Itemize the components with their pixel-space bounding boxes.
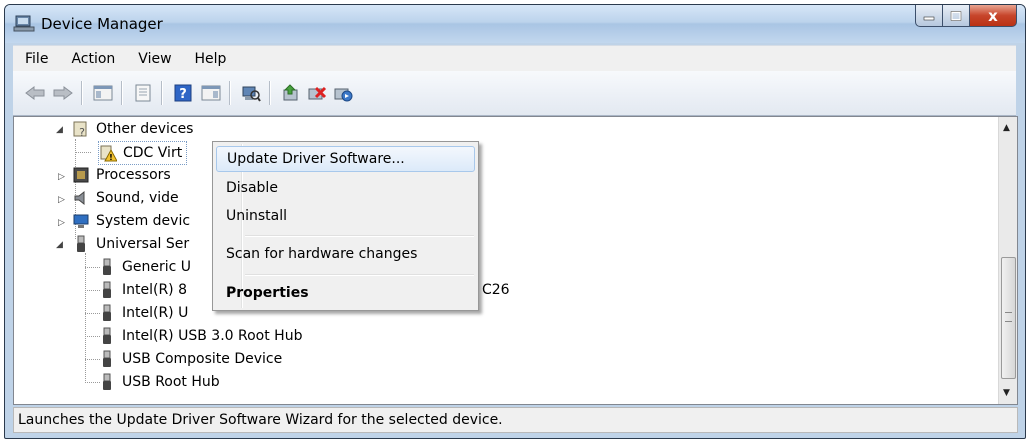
usb-plug-icon [98,281,116,299]
menu-item-scan-hardware[interactable]: Scan for hardware changes [216,241,473,267]
tree-item-intel-8-series-usb[interactable]: Intel(R) 8 [98,279,187,301]
context-menu: Update Driver Software... Disable Uninst… [212,141,479,311]
toolbar-separator [121,81,123,105]
tree-connector [75,152,91,153]
device-manager-window: Device Manager x File Action View Help ?… [4,4,1026,439]
scroll-down-icon[interactable]: ▼ [1003,388,1010,398]
tree-item-usb-composite-device[interactable]: USB Composite Device [98,348,282,370]
action-pane-icon[interactable] [199,81,223,105]
menu-item-properties[interactable]: Properties [216,280,473,306]
toolbar-separator [269,81,271,105]
svg-text:!: ! [109,153,113,162]
maximize-button[interactable] [943,5,970,27]
properties-icon[interactable] [131,81,155,105]
tree-item-sound[interactable]: Sound, vide [72,187,179,209]
usb-plug-icon [98,350,116,368]
enable-device-icon[interactable] [331,81,355,105]
expand-arrow-icon[interactable]: ▷ [58,172,65,182]
help-icon[interactable]: ? [171,81,195,105]
processor-icon [72,166,90,184]
collapse-arrow-icon[interactable]: ◢ [56,125,63,135]
menu-view[interactable]: View [126,51,182,67]
device-manager-app-icon [13,15,35,33]
menu-item-disable[interactable]: Disable [216,175,473,201]
computer-icon [72,212,90,230]
back-icon[interactable] [23,81,47,105]
usb-plug-icon [98,373,116,391]
show-hide-console-tree-icon[interactable] [91,81,115,105]
tree-item-system-devices[interactable]: System devic [72,210,190,232]
tree-item-processors[interactable]: Processors [72,164,171,186]
status-bar: Launches the Update Driver Software Wiza… [13,407,1018,433]
usb-icon [72,235,90,253]
menu-item-uninstall[interactable]: Uninstall [216,203,473,229]
scrollbar-thumb[interactable] [1001,257,1016,379]
usb-plug-icon [98,258,116,276]
update-driver-icon[interactable] [279,81,303,105]
menu-help[interactable]: Help [183,51,238,67]
tree-item-usb-root-hub[interactable]: USB Root Hub [98,371,220,393]
menu-file[interactable]: File [13,51,59,67]
title-bar[interactable]: Device Manager x [5,5,1025,43]
tree-item-intel-usb-host-controller[interactable]: Intel(R) U [98,302,188,324]
svg-text:?: ? [79,126,85,138]
grip-icon [1005,312,1012,322]
uninstall-icon[interactable] [305,81,329,105]
minimize-button[interactable] [915,5,943,27]
toolbar-separator [161,81,163,105]
usb-plug-icon [98,304,116,322]
tree-item-other-devices[interactable]: ? Other devices [72,118,193,140]
close-icon: x [988,6,998,25]
unknown-device-folder-icon: ? [72,120,90,138]
menu-item-update-driver[interactable]: Update Driver Software... [216,146,475,172]
vertical-scrollbar[interactable]: ▲ ▼ [998,117,1017,404]
tree-item-generic-usb[interactable]: Generic U [98,256,191,278]
forward-icon[interactable] [51,81,75,105]
menu-separator [245,235,474,237]
status-text: Launches the Update Driver Software Wiza… [18,412,503,428]
menu-bar: File Action View Help [13,45,1016,72]
tree-item-usb-controllers[interactable]: Universal Ser [72,233,189,255]
device-tree-pane[interactable]: ◢ ? Other devices ! CDC Virt ▷ Processor… [13,116,1018,405]
window-title: Device Manager [41,15,163,33]
usb-plug-icon [98,327,116,345]
menu-action[interactable]: Action [59,51,126,67]
tree-item-intel-usb3-root-hub[interactable]: Intel(R) USB 3.0 Root Hub [98,325,302,347]
svg-text:?: ? [179,87,187,102]
toolbar-separator [81,81,83,105]
toolbar: ? [13,71,1016,116]
scroll-up-icon[interactable]: ▲ [1003,123,1010,133]
scan-hardware-icon[interactable] [239,81,263,105]
menu-separator [245,274,474,276]
window-controls: x [915,5,1017,27]
tree-connector [85,253,86,383]
expand-arrow-icon[interactable]: ▷ [58,195,65,205]
speaker-icon [72,189,90,207]
close-button[interactable]: x [970,5,1017,27]
collapse-arrow-icon[interactable]: ◢ [56,240,63,250]
tree-item-partial-text: C26 [482,282,510,298]
expand-arrow-icon[interactable]: ▷ [58,218,65,228]
toolbar-separator [229,81,231,105]
tree-item-cdc-virtual[interactable]: ! CDC Virt [98,141,188,165]
warning-device-icon: ! [99,144,117,162]
